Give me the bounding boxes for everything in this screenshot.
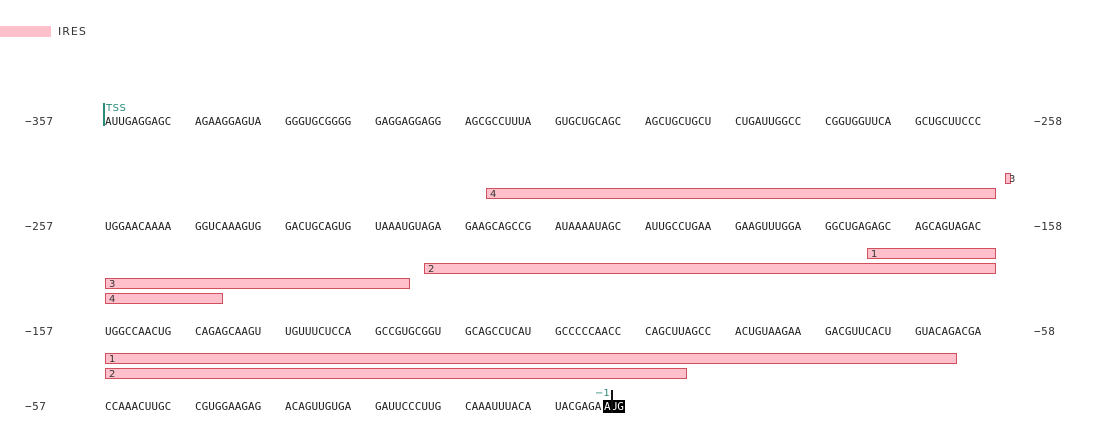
sequence-block: AUAAAAUAGC — [555, 220, 622, 233]
ires-bar: 3 — [1005, 173, 1015, 185]
sequence-block: GAGGAGGAGG — [375, 115, 442, 128]
sequence-block: AGCUGCUGCU — [645, 115, 712, 128]
row-start-position: −57 — [25, 400, 47, 413]
ires-bar-label: 1 — [109, 354, 116, 365]
sequence-block: GUGCUGCAGC — [555, 115, 622, 128]
sequence-block: UACGAGA — [555, 400, 602, 413]
ires-bar: 4 — [105, 293, 223, 305]
legend-label: IRES — [58, 25, 87, 38]
sequence-block: GCAGCCUCAU — [465, 325, 532, 338]
minus-one-marker — [611, 390, 613, 413]
ires-bar-label: 1 — [871, 249, 878, 260]
sequence-block: AGCAGUAGAC — [915, 220, 982, 233]
sequence-block: GUACAGACGA — [915, 325, 982, 338]
sequence-block: CUGAUUGGCC — [735, 115, 802, 128]
minus-one-label: −1 — [595, 388, 610, 399]
row-end-position: −158 — [1034, 220, 1063, 233]
sequence-block: CGGUGGUUCA — [825, 115, 892, 128]
sequence-block: GACUGCAGUG — [285, 220, 352, 233]
start-codon: AUG — [603, 400, 625, 413]
ires-bar-label: 2 — [428, 264, 435, 275]
tss-label: TSS — [106, 103, 127, 114]
ires-bar: 1 — [867, 248, 996, 260]
sequence-block: GCUGCUUCCC — [915, 115, 982, 128]
row-end-position: −58 — [1034, 325, 1056, 338]
sequence-block: ACAGUUGUGA — [285, 400, 352, 413]
sequence-block: CAGAGCAAGU — [195, 325, 262, 338]
sequence-block: ACUGUAAGAA — [735, 325, 802, 338]
sequence-block: GCCGUGCGGU — [375, 325, 442, 338]
sequence-block: UGUUUCUCCA — [285, 325, 352, 338]
sequence-block: AGCGCCUUUA — [465, 115, 532, 128]
ires-bar-label: 4 — [490, 189, 497, 200]
ires-bar: 2 — [424, 263, 996, 275]
sequence-block: GGUCAAAGUG — [195, 220, 262, 233]
sequence-block: UAAAUGUAGA — [375, 220, 442, 233]
sequence-block: AUUGAGGAGC — [105, 115, 172, 128]
sequence-block: UGGAACAAAA — [105, 220, 172, 233]
sequence-block: CAAAUUUACA — [465, 400, 532, 413]
ires-bar: 1 — [105, 353, 957, 365]
ires-bar-label: 2 — [109, 369, 116, 380]
sequence-block: GGGUGCGGGG — [285, 115, 352, 128]
sequence-block: GAAGUUUGGA — [735, 220, 802, 233]
sequence-block: AUUGCCUGAA — [645, 220, 712, 233]
sequence-block: CAGCUUAGCC — [645, 325, 712, 338]
sequence-block: UGGCCAACUG — [105, 325, 172, 338]
ires-bar-label: 4 — [109, 294, 116, 305]
ires-bar-label: 3 — [109, 279, 116, 290]
row-start-position: −257 — [25, 220, 54, 233]
sequence-block: AGAAGGAGUA — [195, 115, 262, 128]
sequence-block: CGUGGAAGAG — [195, 400, 262, 413]
sequence-block: GAUUCCCUUG — [375, 400, 442, 413]
legend-swatch-ires — [0, 26, 51, 37]
sequence-block: CCAAACUUGC — [105, 400, 172, 413]
row-start-position: −357 — [25, 115, 54, 128]
ires-bar: 2 — [105, 368, 687, 380]
sequence-block: GAAGCAGCCG — [465, 220, 532, 233]
sequence-block: GACGUUCACU — [825, 325, 892, 338]
ires-bar-label: 3 — [1009, 174, 1016, 185]
row-end-position: −258 — [1034, 115, 1063, 128]
ires-bar: 3 — [105, 278, 410, 290]
sequence-block: GGCUGAGAGC — [825, 220, 892, 233]
ires-bar: 4 — [486, 188, 996, 200]
sequence-block: GCCCCCAACC — [555, 325, 622, 338]
row-start-position: −157 — [25, 325, 54, 338]
